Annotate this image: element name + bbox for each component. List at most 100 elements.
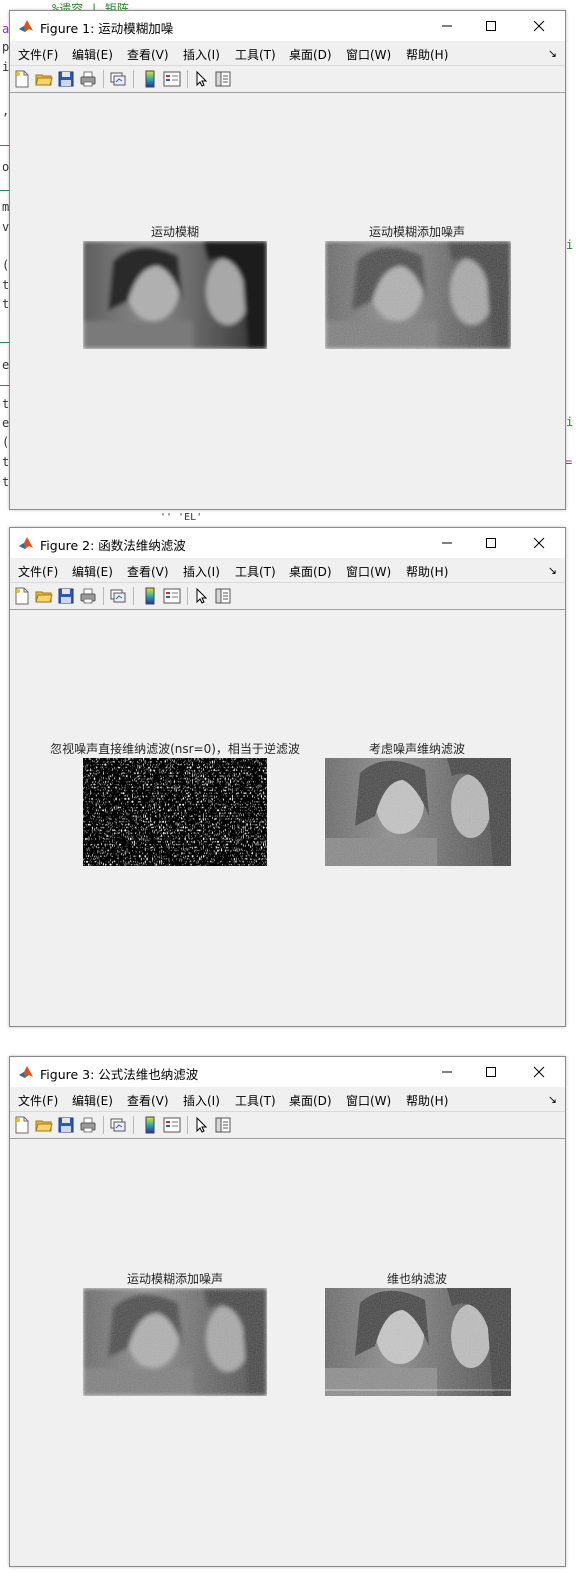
axes-1-image xyxy=(83,1288,267,1396)
window-title: Figure 2: 函数法维纳滤波 xyxy=(40,538,186,553)
axes-2-title: 运动模糊添加噪声 xyxy=(368,225,466,239)
figure-toolbar xyxy=(10,582,565,610)
maximize-button[interactable] xyxy=(469,1057,513,1087)
menu-tools[interactable]: 工具(T) xyxy=(235,1092,276,1109)
minimize-button[interactable] xyxy=(425,11,469,41)
figure-window-2: Figure 2: 函数法维纳滤波 文件(F) 编辑(E) 查看(V) 插入(I… xyxy=(9,527,566,1027)
axes-1-title: 忽视噪声直接维纳滤波(nsr=0)，相当于逆滤波 xyxy=(50,742,300,756)
close-icon xyxy=(533,1066,545,1078)
menu-edit[interactable]: 编辑(E) xyxy=(72,1092,113,1109)
print-icon[interactable] xyxy=(79,1116,97,1134)
minimize-button[interactable] xyxy=(425,528,469,558)
save-icon[interactable] xyxy=(57,70,75,88)
menu-file[interactable]: 文件(F) xyxy=(18,563,58,580)
print-icon[interactable] xyxy=(79,587,97,605)
toolbar-separator xyxy=(133,70,134,88)
menu-edit[interactable]: 编辑(E) xyxy=(72,46,113,63)
close-button[interactable] xyxy=(517,1057,561,1087)
menu-help[interactable]: 帮助(H) xyxy=(406,563,448,580)
property-inspector-icon[interactable] xyxy=(214,1116,232,1134)
close-button[interactable] xyxy=(517,528,561,558)
axes-2-image xyxy=(325,241,511,349)
menu-view[interactable]: 查看(V) xyxy=(127,563,169,580)
menu-desktop[interactable]: 桌面(D) xyxy=(289,46,332,63)
maximize-button[interactable] xyxy=(469,11,513,41)
toolbar-separator xyxy=(103,587,104,605)
menu-help[interactable]: 帮助(H) xyxy=(406,1092,448,1109)
figure-canvas[interactable]: 运动模糊 运动模糊添加噪声 xyxy=(10,93,565,509)
print-icon[interactable] xyxy=(79,70,97,88)
window-title: Figure 1: 运动模糊加噪 xyxy=(40,21,174,36)
new-figure-icon[interactable] xyxy=(13,1116,31,1134)
link-plot-icon[interactable] xyxy=(109,70,127,88)
dock-arrow-icon[interactable]: ↘ xyxy=(548,564,557,577)
editor-char: = xyxy=(565,455,573,469)
edit-plot-icon[interactable] xyxy=(192,587,210,605)
menu-desktop[interactable]: 桌面(D) xyxy=(289,1092,332,1109)
menu-insert[interactable]: 插入(I) xyxy=(183,46,220,63)
property-inspector-icon[interactable] xyxy=(214,587,232,605)
save-icon[interactable] xyxy=(57,1116,75,1134)
legend-icon[interactable] xyxy=(163,70,181,88)
toolbar-separator xyxy=(187,70,188,88)
menu-bar: 文件(F) 编辑(E) 查看(V) 插入(I) 工具(T) 桌面(D) 窗口(W… xyxy=(10,558,565,582)
colorbar-icon[interactable] xyxy=(141,587,159,605)
toolbar-separator xyxy=(133,1116,134,1134)
new-figure-icon[interactable] xyxy=(13,587,31,605)
menu-window[interactable]: 窗口(W) xyxy=(346,563,391,580)
menu-file[interactable]: 文件(F) xyxy=(18,1092,58,1109)
menu-window[interactable]: 窗口(W) xyxy=(346,46,391,63)
menu-window[interactable]: 窗口(W) xyxy=(346,1092,391,1109)
legend-icon[interactable] xyxy=(163,1116,181,1134)
dock-arrow-icon[interactable]: ↘ xyxy=(548,1093,557,1106)
minimize-button[interactable] xyxy=(425,1057,469,1087)
editor-char: i xyxy=(566,415,574,429)
menu-tools[interactable]: 工具(T) xyxy=(235,563,276,580)
menu-insert[interactable]: 插入(I) xyxy=(183,1092,220,1109)
menu-insert[interactable]: 插入(I) xyxy=(183,563,220,580)
matlab-icon xyxy=(18,18,34,34)
colorbar-icon[interactable] xyxy=(141,70,159,88)
property-inspector-icon[interactable] xyxy=(214,70,232,88)
axes-1-title: 运动模糊 xyxy=(150,225,200,239)
title-bar[interactable]: Figure 2: 函数法维纳滤波 xyxy=(10,528,565,558)
menu-view[interactable]: 查看(V) xyxy=(127,1092,169,1109)
colorbar-icon[interactable] xyxy=(141,1116,159,1134)
menu-bar: 文件(F) 编辑(E) 查看(V) 插入(I) 工具(T) 桌面(D) 窗口(W… xyxy=(10,41,565,65)
axes-2-image xyxy=(325,1288,511,1396)
new-figure-icon[interactable] xyxy=(13,70,31,88)
title-bar[interactable]: Figure 3: 公式法维也纳滤波 xyxy=(10,1057,565,1087)
edit-plot-icon[interactable] xyxy=(192,1116,210,1134)
figure-canvas[interactable]: 忽视噪声直接维纳滤波(nsr=0)，相当于逆滤波 考虑噪声维纳滤波 xyxy=(10,610,565,1026)
maximize-button[interactable] xyxy=(469,528,513,558)
open-file-icon[interactable] xyxy=(35,587,53,605)
toolbar-separator xyxy=(103,70,104,88)
save-icon[interactable] xyxy=(57,587,75,605)
figure-window-3: Figure 3: 公式法维也纳滤波 文件(F) 编辑(E) 查看(V) 插入(… xyxy=(9,1056,566,1567)
open-file-icon[interactable] xyxy=(35,1116,53,1134)
axes-1-image xyxy=(83,758,267,866)
menu-tools[interactable]: 工具(T) xyxy=(235,46,276,63)
open-file-icon[interactable] xyxy=(35,70,53,88)
dock-arrow-icon[interactable]: ↘ xyxy=(548,47,557,60)
figure-canvas[interactable]: 运动模糊添加噪声 维也纳滤波 xyxy=(10,1139,565,1566)
maximize-icon xyxy=(486,538,496,548)
title-bar[interactable]: Figure 1: 运动模糊加噪 xyxy=(10,11,565,41)
menu-desktop[interactable]: 桌面(D) xyxy=(289,563,332,580)
menu-help[interactable]: 帮助(H) xyxy=(406,46,448,63)
menu-file[interactable]: 文件(F) xyxy=(18,46,58,63)
close-icon xyxy=(533,537,545,549)
menu-view[interactable]: 查看(V) xyxy=(127,46,169,63)
link-plot-icon[interactable] xyxy=(109,587,127,605)
legend-icon[interactable] xyxy=(163,587,181,605)
editor-snippet-2: '' 'EL' xyxy=(160,512,203,523)
figure-window-1: Figure 1: 运动模糊加噪 文件(F) 编辑(E) 查看(V) 插入(I)… xyxy=(9,10,566,510)
minimize-icon xyxy=(442,25,452,27)
axes-2-title: 考虑噪声维纳滤波 xyxy=(368,742,466,756)
menu-edit[interactable]: 编辑(E) xyxy=(72,563,113,580)
edit-plot-icon[interactable] xyxy=(192,70,210,88)
link-plot-icon[interactable] xyxy=(109,1116,127,1134)
matlab-icon xyxy=(18,535,34,551)
toolbar-separator xyxy=(187,587,188,605)
close-button[interactable] xyxy=(517,11,561,41)
